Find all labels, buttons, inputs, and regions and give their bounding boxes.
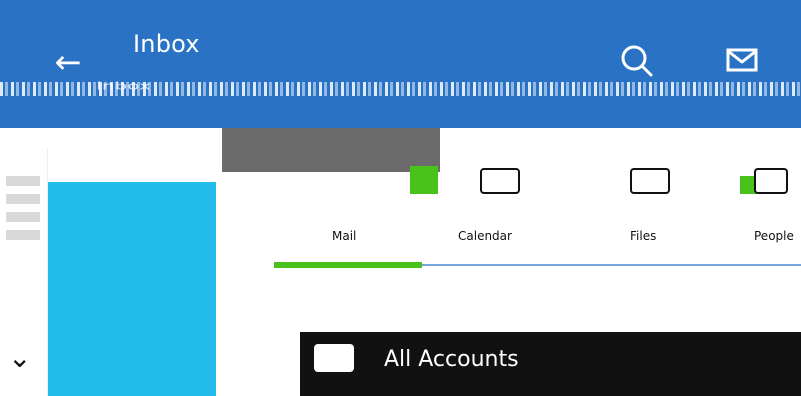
calendar-icon (480, 168, 520, 194)
tab-mail[interactable]: Mail (332, 224, 356, 248)
tab-icons-row (320, 158, 801, 210)
people-icon (754, 168, 788, 194)
files-icon (630, 168, 670, 194)
page-title: Inbox (133, 30, 200, 58)
main-content: Mail Calendar Files People ⌄ All Account… (0, 128, 801, 396)
tab-people[interactable]: People (754, 224, 794, 248)
compose-mail-button[interactable] (722, 40, 762, 80)
back-button[interactable]: ← (48, 44, 88, 80)
all-accounts-label: All Accounts (384, 347, 519, 372)
active-tab-indicator (274, 262, 422, 268)
all-accounts-row[interactable]: All Accounts (300, 332, 801, 396)
tab-calendar[interactable]: Calendar (458, 224, 512, 248)
collapse-control[interactable]: ⌄ (0, 332, 48, 396)
chevron-down-icon: ⌄ (8, 341, 32, 374)
tab-files[interactable]: Files (630, 224, 656, 248)
arrow-left-icon: ← (54, 43, 82, 81)
mini-row (6, 212, 40, 222)
ghost-title: Inbox (96, 80, 151, 90)
mini-row (6, 194, 40, 204)
screen: ← Inbox Inbox Mail Calendar Files People… (0, 0, 801, 396)
mini-row (6, 176, 40, 186)
green-artifact (410, 166, 438, 194)
app-bar: ← Inbox Inbox (0, 0, 801, 128)
mail-icon (726, 48, 758, 72)
mail-icon (314, 344, 354, 372)
mini-row (6, 230, 40, 240)
tabs: Mail Calendar Files People (320, 224, 801, 248)
search-icon (621, 45, 653, 77)
search-button[interactable] (616, 40, 656, 80)
cyan-panel (48, 182, 216, 396)
